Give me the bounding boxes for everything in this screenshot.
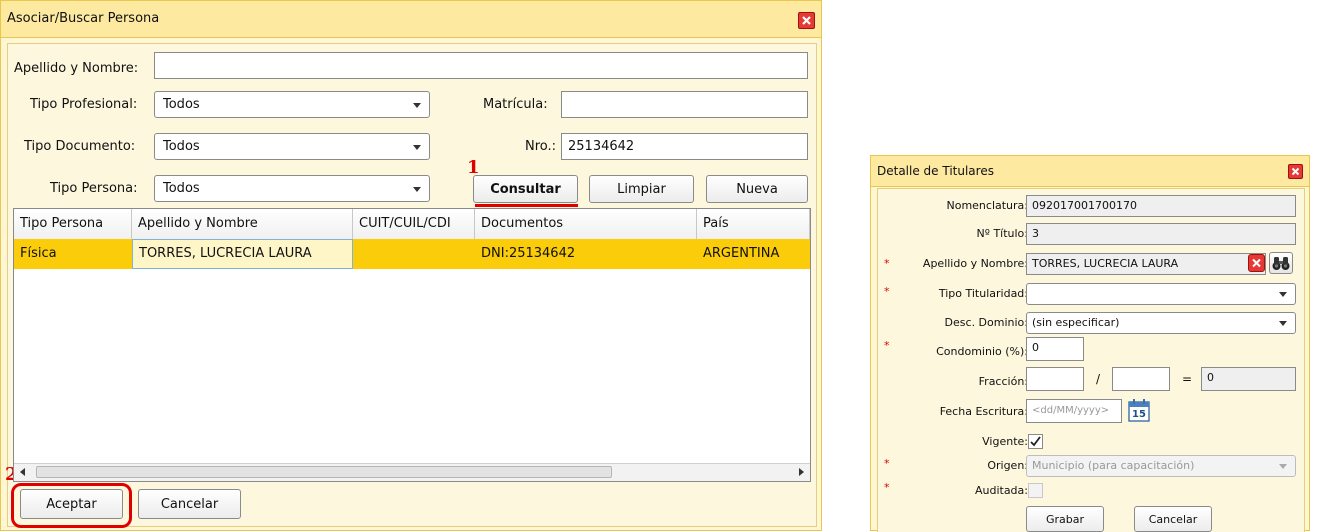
required-marker: * bbox=[884, 339, 890, 352]
calendar-day: 15 bbox=[1132, 409, 1146, 420]
fecha-label: Fecha Escritura: bbox=[939, 405, 1028, 418]
tipo-documento-value: Todos bbox=[163, 139, 200, 154]
fraccion-resultado-field: 0 bbox=[1201, 367, 1296, 391]
scroll-left-icon[interactable] bbox=[20, 468, 25, 476]
matricula-label: Matrícula: bbox=[483, 97, 548, 112]
condominio-label: Condominio (%): bbox=[936, 345, 1028, 358]
detail-form-panel: Nomenclatura: 092017001700170 Nº Título:… bbox=[877, 188, 1305, 532]
table-header: Tipo Persona Apellido y Nombre CUIT/CUIL… bbox=[14, 209, 810, 240]
desc-dominio-select[interactable]: (sin especificar) bbox=[1026, 312, 1296, 334]
tipo-documento-label: Tipo Documento: bbox=[24, 139, 136, 154]
column-header-documentos[interactable]: Documentos bbox=[475, 209, 697, 239]
aceptar-button[interactable]: Aceptar bbox=[20, 489, 123, 519]
grabar-button[interactable]: Grabar bbox=[1026, 506, 1104, 532]
nombre-label: Apellido y Nombre: bbox=[14, 61, 139, 76]
search-person-button[interactable] bbox=[1269, 252, 1293, 274]
nombre-input[interactable] bbox=[154, 52, 808, 79]
close-icon[interactable] bbox=[798, 12, 815, 29]
nomenclatura-field: 092017001700170 bbox=[1026, 195, 1296, 217]
results-table: Tipo Persona Apellido y Nombre CUIT/CUIL… bbox=[13, 208, 811, 482]
nomenclatura-label: Nomenclatura: bbox=[946, 199, 1028, 212]
tipo-titularidad-label: Tipo Titularidad: bbox=[938, 287, 1028, 300]
annotation-underline bbox=[475, 204, 578, 207]
cancelar-button[interactable]: Cancelar bbox=[138, 489, 241, 519]
fraccion-slash: / bbox=[1096, 372, 1101, 386]
column-header-tipo-persona[interactable]: Tipo Persona bbox=[14, 209, 132, 239]
nombre-label: Apellido y Nombre: bbox=[922, 257, 1028, 270]
column-header-pais[interactable]: País bbox=[697, 209, 810, 239]
chevron-down-icon bbox=[413, 103, 421, 108]
chevron-down-icon bbox=[1279, 292, 1287, 297]
origen-value: Municipio (para capacitación) bbox=[1032, 459, 1195, 472]
chevron-down-icon bbox=[413, 145, 421, 150]
detail-dialog-title: Detalle de Titulares bbox=[877, 164, 994, 178]
matricula-input[interactable] bbox=[561, 91, 808, 118]
fraccion-label: Fracción: bbox=[978, 375, 1028, 388]
cell-tipo-persona: Física bbox=[20, 246, 57, 261]
auditada-checkbox bbox=[1028, 483, 1043, 498]
fraccion-denominador-input[interactable] bbox=[1112, 367, 1170, 391]
fraccion-numerador-input[interactable] bbox=[1026, 367, 1084, 391]
checkmark-icon bbox=[1030, 436, 1041, 447]
consultar-button[interactable]: Consultar bbox=[473, 175, 578, 203]
search-dialog-title: Asociar/Buscar Persona bbox=[7, 11, 160, 26]
required-marker: * bbox=[884, 285, 890, 298]
nombre-field: TORRES, LUCRECIA LAURA bbox=[1026, 253, 1266, 275]
scrollbar-thumb[interactable] bbox=[36, 466, 612, 478]
condominio-input[interactable]: 0 bbox=[1026, 337, 1084, 361]
desc-dominio-value: (sin especificar) bbox=[1032, 316, 1120, 329]
tipo-persona-label: Tipo Persona: bbox=[50, 181, 138, 196]
horizontal-scrollbar[interactable] bbox=[14, 463, 810, 481]
vigente-checkbox[interactable] bbox=[1028, 434, 1043, 449]
tipo-persona-select[interactable]: Todos bbox=[154, 175, 430, 202]
limpiar-button[interactable]: Limpiar bbox=[589, 175, 694, 203]
auditada-label: Auditada: bbox=[974, 484, 1028, 497]
desc-dominio-label: Desc. Dominio: bbox=[944, 316, 1028, 329]
detail-cancelar-button[interactable]: Cancelar bbox=[1134, 506, 1212, 532]
column-header-nombre[interactable]: Apellido y Nombre bbox=[132, 209, 353, 239]
scroll-right-icon[interactable] bbox=[799, 468, 804, 476]
origen-label: Origen: bbox=[987, 459, 1028, 472]
tipo-documento-select[interactable]: Todos bbox=[154, 133, 430, 160]
nueva-button[interactable]: Nueva bbox=[706, 175, 808, 203]
chevron-down-icon bbox=[1279, 321, 1287, 326]
vigente-label: Vigente: bbox=[982, 435, 1028, 448]
tipo-titularidad-select[interactable] bbox=[1026, 283, 1296, 305]
binoculars-icon bbox=[1272, 257, 1290, 270]
table-row[interactable]: Física TORRES, LUCRECIA LAURA DNI:251346… bbox=[14, 239, 810, 269]
cell-documentos: DNI:25134642 bbox=[481, 246, 576, 261]
clear-person-button[interactable] bbox=[1248, 254, 1265, 272]
fraccion-equals: = bbox=[1182, 372, 1193, 386]
origen-select: Municipio (para capacitación) bbox=[1026, 455, 1296, 477]
cell-nombre: TORRES, LUCRECIA LAURA bbox=[132, 239, 353, 269]
nro-label: Nro.: bbox=[525, 139, 557, 154]
tipo-profesional-select[interactable]: Todos bbox=[154, 91, 430, 118]
detail-dialog-titlebar: Detalle de Titulares bbox=[871, 156, 1309, 187]
search-dialog-titlebar: Asociar/Buscar Persona bbox=[1, 1, 821, 38]
close-icon bbox=[1252, 258, 1261, 268]
required-marker: * bbox=[884, 457, 890, 470]
required-marker: * bbox=[884, 481, 890, 494]
chevron-down-icon bbox=[1279, 464, 1287, 469]
calendar-button[interactable]: 15 bbox=[1128, 397, 1150, 423]
search-person-dialog: Asociar/Buscar Persona Apellido y Nombre… bbox=[0, 0, 822, 531]
fecha-escritura-input[interactable]: <dd/MM/yyyy> bbox=[1026, 399, 1122, 423]
titulo-field: 3 bbox=[1026, 223, 1296, 245]
required-marker: * bbox=[884, 257, 890, 270]
tipo-profesional-value: Todos bbox=[163, 97, 200, 112]
tipo-persona-value: Todos bbox=[163, 181, 200, 196]
close-icon[interactable] bbox=[1288, 164, 1303, 179]
cell-pais: ARGENTINA bbox=[703, 246, 780, 261]
cell-cuit bbox=[353, 239, 475, 269]
chevron-down-icon bbox=[413, 187, 421, 192]
titulo-label: Nº Título: bbox=[976, 227, 1028, 240]
nro-input[interactable] bbox=[561, 133, 808, 160]
tipo-profesional-label: Tipo Profesional: bbox=[30, 97, 138, 112]
column-header-cuit[interactable]: CUIT/CUIL/CDI bbox=[353, 209, 475, 239]
titular-detail-dialog: Detalle de Titulares Nomenclatura: 09201… bbox=[870, 155, 1310, 532]
